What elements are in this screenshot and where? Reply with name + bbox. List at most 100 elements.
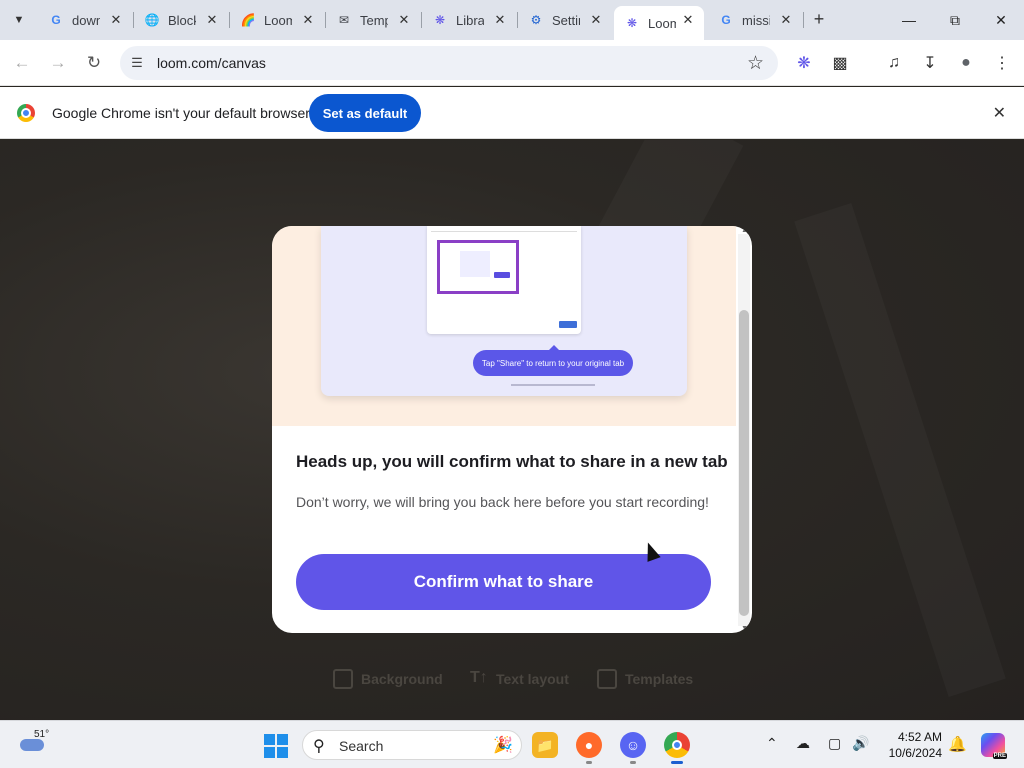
reload-icon[interactable]: ↻ [82, 51, 106, 75]
monitor-icon [597, 669, 617, 689]
tool-label: Background [361, 671, 443, 687]
file-explorer-icon[interactable]: 📁 [532, 732, 558, 758]
discord-icon[interactable]: ☺ [620, 732, 646, 764]
forward-icon[interactable]: → [46, 51, 70, 75]
loom-icon: ❋ [434, 13, 446, 27]
search-icon: ⚲ [313, 738, 325, 755]
display-icon[interactable]: ▢ [828, 735, 841, 752]
close-tab-icon[interactable]: ✕ [108, 12, 124, 28]
loom-extension-icon[interactable]: ❋ [792, 51, 816, 75]
media-controls-icon[interactable]: ♫ [882, 51, 906, 75]
minimize-icon[interactable]: — [897, 8, 921, 32]
copilot-icon[interactable]: PRE [981, 733, 1007, 759]
download-icon[interactable]: ↧ [918, 51, 942, 75]
tab-title: Block [168, 12, 196, 28]
tab-block[interactable]: 🌐 Block ✕ [134, 6, 228, 34]
illustration-preview [437, 240, 519, 294]
image-icon [333, 669, 353, 689]
default-browser-infobar: Google Chrome isn't your default browser… [0, 87, 1024, 139]
background-tool[interactable]: Background [333, 668, 443, 690]
tab-title: Library [456, 12, 484, 28]
onedrive-icon[interactable]: ☁ [796, 735, 810, 752]
set-as-default-button[interactable]: Set as default [309, 94, 421, 132]
templates-tool[interactable]: Templates [597, 668, 693, 690]
illustration-tooltip-pill: Tap "Share" to return to your original t… [473, 345, 633, 376]
tab-title: Loom [264, 12, 292, 28]
tab-missing[interactable]: G missing ✕ [708, 6, 802, 34]
back-icon[interactable]: ← [10, 51, 34, 75]
clock-time: 4:52 AM [897, 730, 942, 744]
site-info-icon[interactable]: ☰ [128, 54, 146, 72]
taskbar-search[interactable]: ⚲ Search 🎉 [302, 730, 522, 760]
tab-settings[interactable]: ⚙ Settings ✕ [518, 6, 612, 34]
google-icon: G [51, 13, 61, 27]
firefox-icon[interactable]: ● [576, 732, 602, 764]
tab-loom[interactable]: 🌈 Loom ✕ [230, 6, 324, 34]
close-tab-icon[interactable]: ✕ [396, 12, 412, 28]
illustration-tabs-line [431, 231, 577, 232]
address-bar[interactable]: ☰ loom.com/canvas ☆ [120, 46, 778, 80]
globe-icon: 🌐 [144, 13, 160, 27]
envelope-icon: ✉ [338, 13, 350, 27]
windows-start-icon[interactable] [264, 734, 288, 758]
tool-label: Text layout [496, 671, 569, 687]
background-streak [794, 203, 1006, 697]
search-label: Search [339, 738, 384, 754]
infobar-close-icon[interactable]: ✕ [993, 103, 1006, 123]
scroll-up-arrow-icon[interactable]: ▲ [741, 227, 748, 234]
bookmark-star-icon[interactable]: ☆ [747, 52, 764, 75]
browser-toolbar: ← → ↻ ☰ loom.com/canvas ☆ ❋ ▩ ♫ ↧ ● ⋮ [0, 40, 1024, 86]
profile-avatar-icon[interactable]: ● [954, 51, 978, 75]
window-close-icon[interactable]: ✕ [989, 8, 1013, 32]
extensions-puzzle-icon[interactable]: ▩ [828, 51, 852, 75]
windows-taskbar: 51° ⚲ Search 🎉 📁 ● ☺ ⌃ ☁ ▢ 🔊 4:52 AM 10/… [0, 720, 1024, 768]
cloud-icon [20, 739, 44, 751]
tab-title: Templates [360, 12, 388, 28]
tab-strip: ▼ G download ✕ 🌐 Block ✕ 🌈 Loom ✕ ✉ Temp… [0, 0, 1024, 40]
notification-bell-icon[interactable]: 🔔 [948, 735, 967, 753]
illustration-preview-button [494, 272, 510, 278]
text-layout-tool[interactable]: T↑ Text layout [470, 668, 569, 690]
illustration-browser-frame: Tap "Share" to return to your original t… [321, 226, 687, 396]
tab-title: download [72, 12, 100, 28]
close-tab-icon[interactable]: ✕ [300, 12, 316, 28]
modal-scrollbar-thumb[interactable] [739, 310, 749, 616]
weather-widget[interactable]: 51° [18, 729, 49, 755]
running-indicator [630, 761, 636, 764]
close-tab-icon[interactable]: ✕ [492, 12, 508, 28]
restore-icon[interactable]: ⧉ [943, 8, 967, 32]
modal-subtext: Don’t worry, we will bring you back here… [296, 494, 709, 510]
close-tab-icon[interactable]: ✕ [680, 12, 696, 28]
tab-search-chevron-icon[interactable]: ▼ [6, 7, 32, 33]
clock-date: 10/6/2024 [888, 746, 942, 760]
infobar-message: Google Chrome isn't your default browser [52, 105, 310, 121]
tab-download[interactable]: G download ✕ [38, 6, 132, 34]
tab-title: missing [742, 12, 770, 28]
illustration-share-button [559, 321, 577, 328]
tool-label: Templates [625, 671, 694, 687]
tab-separator [803, 12, 804, 28]
taskbar-clock[interactable]: 4:52 AM 10/6/2024 [880, 729, 942, 761]
illustration-share-dialog [427, 226, 581, 334]
tab-title: Settings [552, 12, 580, 28]
search-highlight-icon: 🎉 [493, 737, 513, 754]
menu-kebab-icon[interactable]: ⋮ [990, 51, 1014, 75]
scroll-down-arrow-icon[interactable]: ▼ [741, 625, 748, 632]
copilot-pre-badge: PRE [992, 753, 1007, 759]
new-tab-icon[interactable]: + [808, 8, 830, 30]
rainbow-icon: 🌈 [240, 13, 256, 27]
google-icon: G [721, 13, 731, 27]
modal-illustration: Tap "Share" to return to your original t… [272, 226, 736, 426]
tab-loom-active[interactable]: ❋ Loom ✕ [614, 6, 704, 40]
volume-icon[interactable]: 🔊 [852, 735, 869, 752]
close-tab-icon[interactable]: ✕ [204, 12, 220, 28]
close-tab-icon[interactable]: ✕ [778, 12, 794, 28]
confirm-what-to-share-button[interactable]: Confirm what to share [296, 554, 711, 610]
chrome-icon[interactable] [664, 732, 690, 764]
tab-templates[interactable]: ✉ Templates ✕ [326, 6, 420, 34]
chrome-logo-icon [17, 104, 35, 122]
close-tab-icon[interactable]: ✕ [588, 12, 604, 28]
chevron-up-icon[interactable]: ⌃ [766, 735, 778, 752]
url-text[interactable]: loom.com/canvas [157, 55, 266, 71]
tab-library[interactable]: ❋ Library ✕ [422, 6, 516, 34]
